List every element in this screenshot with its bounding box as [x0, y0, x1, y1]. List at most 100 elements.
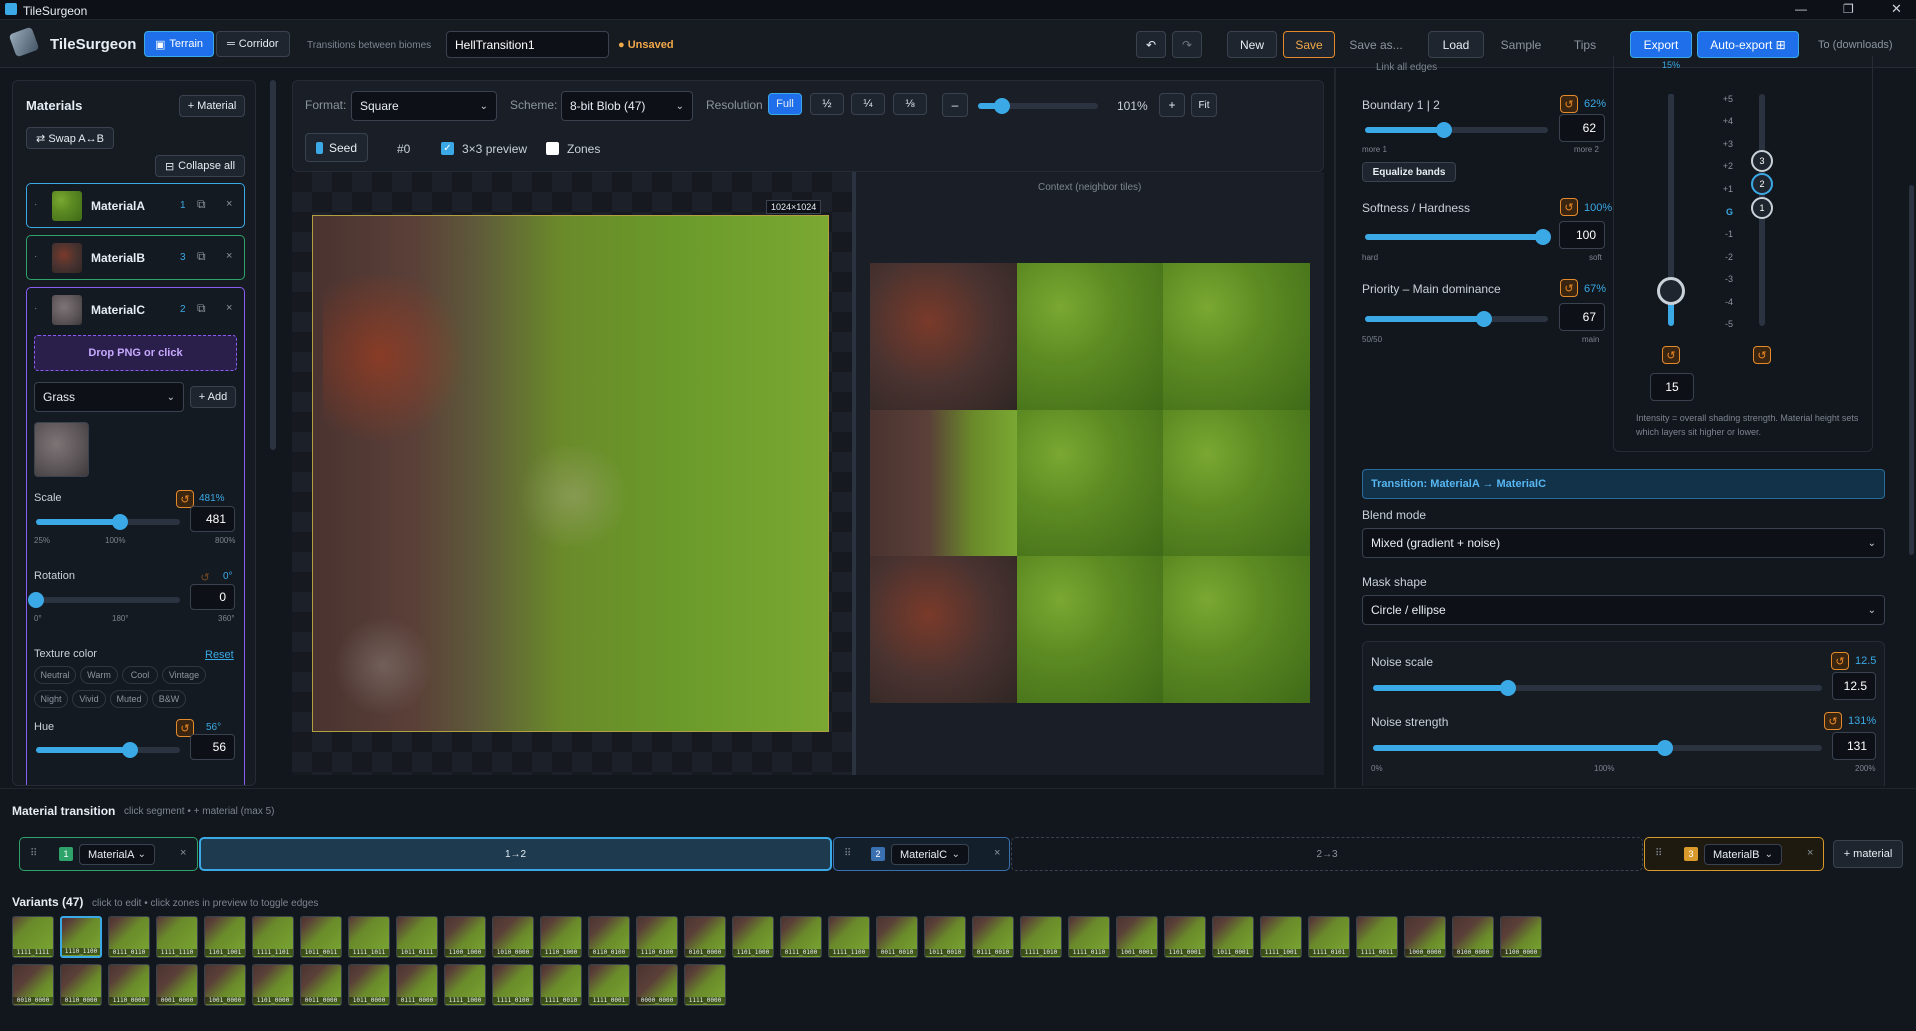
context-grid[interactable]: [870, 263, 1310, 703]
variant-tile[interactable]: 0010_0000: [12, 964, 54, 1006]
variant-tile[interactable]: 0000_0000: [636, 964, 678, 1006]
variant-tile[interactable]: 0101_0000: [684, 916, 726, 958]
chip-bw[interactable]: B&W: [152, 690, 186, 708]
noise-scale-input[interactable]: 12.5: [1832, 672, 1876, 700]
zoom-in-button[interactable]: +: [1159, 93, 1185, 117]
variant-tile[interactable]: 1111_1110: [156, 916, 198, 958]
main-canvas[interactable]: 1024×1024: [292, 172, 852, 775]
variant-tile[interactable]: 0011_0010: [876, 916, 918, 958]
blend-select[interactable]: Mixed (gradient + noise) ⌄: [1362, 528, 1885, 558]
chip-night[interactable]: Night: [34, 690, 68, 708]
export-target[interactable]: To (downloads): [1818, 39, 1893, 51]
priority-slider[interactable]: [1365, 311, 1548, 327]
variant-tile[interactable]: 0110_0100: [588, 916, 630, 958]
drag-handle-icon[interactable]: ⠿: [30, 848, 37, 859]
noise-strength-slider[interactable]: [1373, 740, 1822, 756]
texture-select[interactable]: Grass ⌄: [34, 382, 184, 412]
duplicate-icon[interactable]: ⧉: [197, 301, 206, 316]
priority-reset-icon[interactable]: ↺: [1560, 279, 1578, 297]
segment-material-b[interactable]: ⠿ 3 MaterialB ⌄ ×: [1644, 837, 1824, 871]
variant-tile[interactable]: 0001_0000: [156, 964, 198, 1006]
variant-tile[interactable]: 1011_0000: [348, 964, 390, 1006]
variant-tile[interactable]: 0110_0000: [60, 964, 102, 1006]
variant-tile[interactable]: 1110_0100: [636, 916, 678, 958]
segment-transition-2-3[interactable]: 2→3: [1011, 837, 1643, 871]
tips-button[interactable]: Tips: [1560, 31, 1610, 58]
chip-cool[interactable]: Cool: [122, 666, 158, 684]
variant-tile[interactable]: 1011_0010: [924, 916, 966, 958]
variant-tile[interactable]: 0111_0010: [972, 916, 1014, 958]
zoom-slider[interactable]: [978, 98, 1098, 114]
variant-tile[interactable]: 1111_1101: [252, 916, 294, 958]
sample-button[interactable]: Sample: [1491, 31, 1551, 58]
chip-muted[interactable]: Muted: [110, 690, 148, 708]
variant-tile[interactable]: 0011_0000: [300, 964, 342, 1006]
duplicate-icon[interactable]: ⧉: [197, 249, 206, 264]
rotation-slider[interactable]: [28, 592, 180, 608]
variant-tile[interactable]: 1111_1001: [1260, 916, 1302, 958]
segment-remove-icon[interactable]: ×: [994, 847, 1000, 859]
save-as-button[interactable]: Save as...: [1345, 31, 1407, 58]
format-select[interactable]: Square ⌄: [351, 91, 497, 121]
link-edges-label[interactable]: Link all edges: [1376, 62, 1437, 73]
drop-zone[interactable]: Drop PNG or click: [34, 335, 237, 371]
height-badge-1[interactable]: 1: [1751, 197, 1773, 219]
chip-neutral[interactable]: Neutral: [34, 666, 76, 684]
res-eighth-button[interactable]: ⅛: [893, 93, 927, 115]
variant-tile[interactable]: 1111_1111: [12, 916, 54, 958]
boundary-input[interactable]: 62: [1559, 114, 1605, 142]
variant-tile[interactable]: 1111_1010: [1020, 916, 1062, 958]
variant-tile[interactable]: 1101_0001: [1164, 916, 1206, 958]
segment-select[interactable]: MaterialB ⌄: [1704, 844, 1782, 865]
right-scrollbar[interactable]: [1909, 185, 1914, 555]
add-texture-button[interactable]: + Add: [190, 386, 236, 408]
variant-tile[interactable]: 1011_0111: [396, 916, 438, 958]
variant-tile[interactable]: 1110_1000: [540, 916, 582, 958]
variant-tile[interactable]: 0111_0110: [108, 916, 150, 958]
boundary-slider[interactable]: [1365, 122, 1548, 138]
softness-reset-icon[interactable]: ↺: [1560, 198, 1578, 216]
variant-tile[interactable]: 0100_0000: [1452, 916, 1494, 958]
priority-input[interactable]: 67: [1559, 303, 1605, 331]
segment-remove-icon[interactable]: ×: [180, 847, 186, 859]
noise-scale-slider[interactable]: [1373, 680, 1822, 696]
rotation-input[interactable]: 0: [190, 584, 235, 610]
redo-button[interactable]: ↷: [1172, 31, 1202, 58]
noise-strength-reset-icon[interactable]: ↺: [1824, 712, 1842, 730]
seed-button[interactable]: Seed: [305, 133, 368, 162]
variant-tile[interactable]: 1111_1000: [444, 964, 486, 1006]
variant-tile[interactable]: 1001_0000: [204, 964, 246, 1006]
remove-icon[interactable]: ×: [226, 302, 232, 314]
intensity-vertical-slider[interactable]: [1657, 94, 1685, 326]
res-full-button[interactable]: Full: [768, 93, 802, 115]
variant-tile[interactable]: 1111_0000: [684, 964, 726, 1006]
variant-tile[interactable]: 1011_0011: [300, 916, 342, 958]
variant-tile[interactable]: 1000_0000: [1404, 916, 1446, 958]
hue-input[interactable]: 56: [190, 734, 235, 760]
variant-tile[interactable]: 1100_0000: [1500, 916, 1542, 958]
chip-vintage[interactable]: Vintage: [162, 666, 206, 684]
load-button[interactable]: Load: [1428, 31, 1484, 58]
collapse-all-button[interactable]: ⊟ Collapse all: [155, 155, 245, 177]
tile-preview[interactable]: [312, 215, 829, 732]
noise-scale-reset-icon[interactable]: ↺: [1831, 652, 1849, 670]
intensity-reset-icon[interactable]: ↺: [1662, 346, 1680, 364]
variant-tile[interactable]: 1001_0001: [1116, 916, 1158, 958]
intensity-input[interactable]: 15: [1650, 373, 1694, 401]
scale-input[interactable]: 481: [190, 506, 235, 532]
drag-handle-icon[interactable]: ⠿: [1655, 848, 1662, 859]
segment-material-c[interactable]: ⠿ 2 MaterialC ⌄ ×: [833, 837, 1010, 871]
drag-handle-icon[interactable]: ·: [34, 303, 37, 314]
save-button[interactable]: Save: [1283, 31, 1335, 58]
variant-tile[interactable]: 1111_0011: [1356, 916, 1398, 958]
intensity-knob[interactable]: [1657, 277, 1685, 306]
variant-tile[interactable]: 1111_1011: [348, 916, 390, 958]
auto-export-button[interactable]: Auto-export ⊞: [1697, 31, 1799, 58]
drag-handle-icon[interactable]: ·: [34, 251, 37, 262]
variant-tile[interactable]: 1111_1100: [828, 916, 870, 958]
material-card-c[interactable]: · MaterialC 2 ⧉ × Drop PNG or click Gras…: [26, 287, 245, 785]
drag-handle-icon[interactable]: ·: [34, 199, 37, 210]
segment-remove-icon[interactable]: ×: [1807, 847, 1813, 859]
material-card-a[interactable]: · MaterialA 1 ⧉ ×: [26, 183, 245, 228]
variant-tile[interactable]: 1101_0000: [252, 964, 294, 1006]
